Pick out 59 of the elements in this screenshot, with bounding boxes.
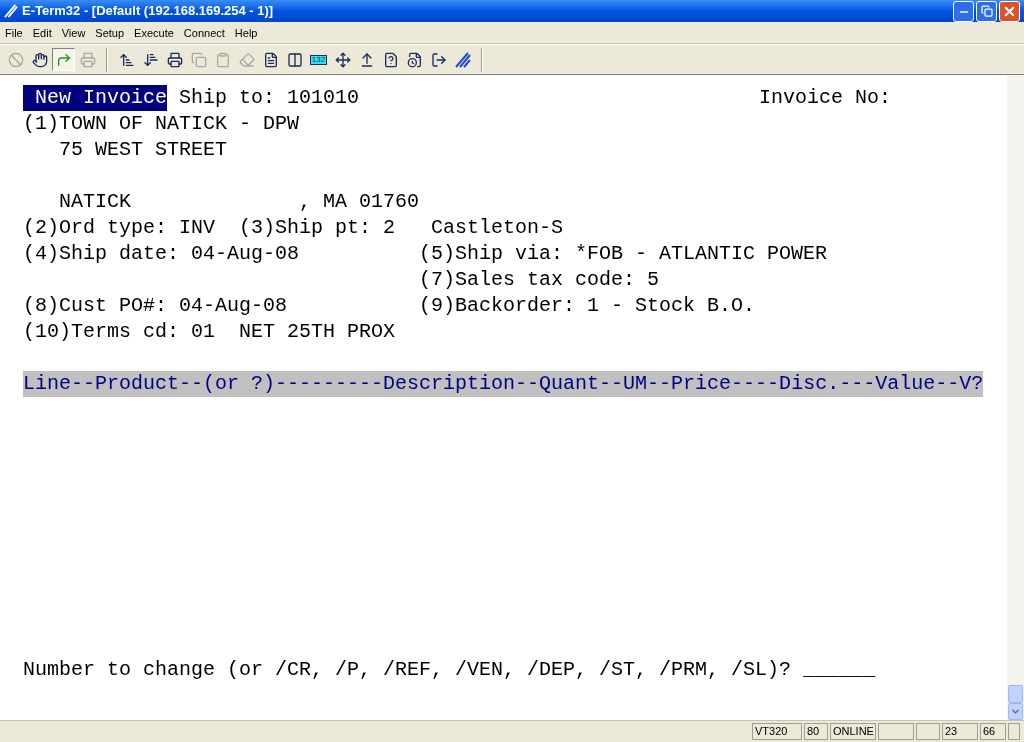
minimize-button[interactable] bbox=[953, 0, 974, 22]
status-panel: 80 bbox=[804, 723, 828, 740]
status-panel: VT320 bbox=[752, 723, 802, 740]
field-text: (2)Ord type: INV (3)Ship pt: 2 Castleton-S bbox=[23, 216, 564, 239]
toolbar-button[interactable]: 132 bbox=[307, 48, 330, 71]
menu-item[interactable]: Help bbox=[229, 22, 263, 43]
scrollbar[interactable] bbox=[1007, 75, 1024, 720]
document-icon bbox=[262, 51, 279, 68]
field-text: (4)Ship date: 04-Aug-08 bbox=[23, 242, 300, 265]
columns-icon bbox=[286, 51, 303, 68]
field-text: 75 WEST STREET bbox=[59, 138, 228, 161]
scrollbar-thumb[interactable] bbox=[1008, 685, 1023, 703]
document-clock-icon bbox=[406, 51, 423, 68]
printer-icon bbox=[166, 51, 183, 68]
close-button[interactable] bbox=[999, 0, 1020, 22]
menu-item[interactable]: Edit bbox=[27, 22, 57, 43]
arrow-icon bbox=[55, 51, 72, 68]
chevron-down-icon bbox=[1010, 706, 1021, 717]
menu-item[interactable]: Connect bbox=[178, 22, 230, 43]
menu-item[interactable]: Execute bbox=[129, 22, 179, 43]
restore-icon bbox=[980, 5, 993, 17]
field-text: (5)Ship via: *FOB - ATLANTIC POWER bbox=[419, 241, 828, 267]
printer-icon bbox=[79, 51, 96, 68]
sort-down-icon bbox=[142, 51, 159, 68]
invoice-number-label: Invoice No: bbox=[758, 85, 891, 111]
slash-logo-icon bbox=[4, 4, 18, 18]
field-text: NATICK , MA 01760 bbox=[59, 190, 420, 213]
status-panel bbox=[878, 723, 914, 740]
field-text: (7)Sales tax code: 5 bbox=[419, 267, 660, 293]
restore-button[interactable] bbox=[976, 0, 997, 22]
scroll-down-button[interactable] bbox=[1008, 703, 1023, 720]
status-panel: 66 bbox=[980, 723, 1006, 740]
column-header-bar: Line--Product--(or ?)---------Description--Quant--UM--Price----Disc.---Value--V? bbox=[23, 371, 983, 397]
prompt-text: Number to change (or /CR, /P, /REF, /VEN, /DEP, /ST, /PRM, /SL)? bbox=[23, 657, 792, 683]
no-entry-icon bbox=[7, 51, 24, 68]
sort-up-icon bbox=[118, 51, 135, 68]
field-text: (10)Terms cd: 01 NET 25TH PROX bbox=[23, 320, 396, 343]
clipboard-icon bbox=[214, 51, 231, 68]
window-title: E-Term32 - [Default (192.168.169.254 - 1)] bbox=[22, 2, 274, 21]
status-panel: 23 bbox=[942, 723, 978, 740]
menu-item[interactable]: Setup bbox=[90, 22, 130, 43]
hand-icon bbox=[31, 51, 48, 68]
field-text: (1)TOWN OF NATICK - DPW bbox=[23, 112, 300, 135]
field-text: (8)Cust PO#: 04-Aug-08 bbox=[23, 294, 288, 317]
eraser-icon bbox=[238, 51, 255, 68]
copy-icon bbox=[190, 51, 207, 68]
slash-logo-icon bbox=[454, 51, 471, 68]
exit-icon bbox=[430, 51, 447, 68]
field-text: (9)Backorder: 1 - Stock B.O. bbox=[419, 293, 756, 319]
help-document-icon bbox=[382, 51, 399, 68]
menu-item[interactable]: View bbox=[56, 22, 91, 43]
ship-to-text: Ship to: 101010 bbox=[179, 85, 360, 111]
screen-title: New Invoice bbox=[23, 85, 168, 111]
menu-item[interactable]: File bbox=[0, 22, 28, 43]
move-icon bbox=[334, 51, 351, 68]
status-panel: ONLINE bbox=[830, 723, 876, 740]
status-panel bbox=[916, 723, 940, 740]
input-field[interactable]: ______ bbox=[803, 657, 876, 683]
status-panel bbox=[1008, 723, 1020, 740]
